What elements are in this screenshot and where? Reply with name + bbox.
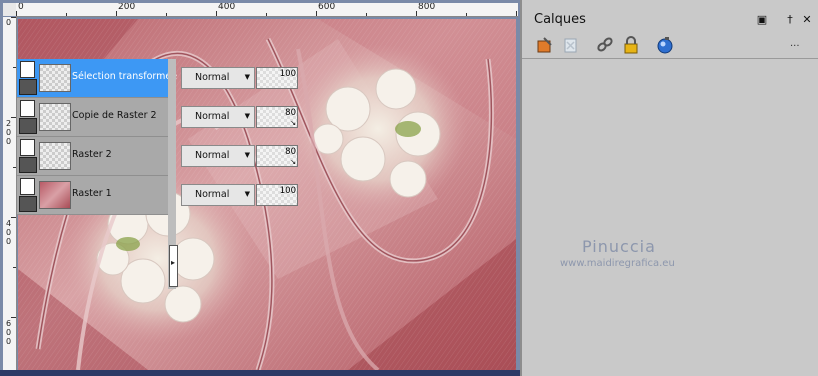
ruler-label: 0 bbox=[5, 337, 12, 346]
layer-row[interactable]: Sélection transformée bbox=[17, 59, 177, 98]
ruler-vertical: 0 2 0 0 4 0 0 6 0 0 bbox=[3, 17, 17, 370]
link-icon[interactable] bbox=[596, 36, 614, 54]
pin-icon[interactable]: † bbox=[784, 14, 796, 26]
chevron-right-icon: ▸ bbox=[171, 258, 176, 267]
layer-properties-row: Normal ▼ 80 ↘ bbox=[181, 106, 298, 128]
visibility-eye-icon[interactable] bbox=[19, 118, 37, 134]
ruler-label: 4 bbox=[5, 219, 12, 228]
mask-icon[interactable] bbox=[656, 36, 674, 54]
opacity-field[interactable]: 80 ↘ bbox=[256, 106, 298, 128]
opacity-field[interactable]: 80 ↘ bbox=[256, 145, 298, 167]
blend-mode-select[interactable]: Normal ▼ bbox=[181, 67, 255, 89]
layer-row[interactable]: Copie de Raster 2 bbox=[17, 98, 168, 137]
ruler-label: 800 bbox=[418, 3, 436, 12]
delete-layer-icon[interactable] bbox=[562, 36, 580, 54]
ruler-label: 0 bbox=[5, 128, 12, 137]
dropdown-arrow-icon: ▼ bbox=[244, 73, 250, 81]
ruler-label: 0 bbox=[5, 137, 12, 146]
dropdown-arrow-icon: ▼ bbox=[244, 112, 250, 120]
resize-grip-icon: ↘ bbox=[290, 119, 296, 127]
resize-grip-icon: ↘ bbox=[290, 158, 296, 166]
new-layer-icon[interactable] bbox=[536, 36, 554, 54]
layer-row[interactable]: Raster 1 bbox=[17, 176, 168, 215]
dock-icon[interactable]: ▣ bbox=[756, 14, 768, 26]
ruler-horizontal: 0 200 400 600 800 bbox=[16, 3, 518, 17]
layer-list: Sélection transformée Copie de Raster 2 … bbox=[17, 59, 177, 215]
layer-thumbnail bbox=[39, 142, 71, 170]
watermark-url: www.maidiregrafica.eu bbox=[560, 258, 675, 269]
layer-name: Raster 1 bbox=[72, 188, 112, 199]
watermark-name: Pinuccia bbox=[582, 237, 656, 256]
layer-properties-row: Normal ▼ 100 bbox=[181, 67, 298, 89]
layer-thumbnail bbox=[39, 103, 71, 131]
layers-panel: Calques ▣ † ✕ ... bbox=[520, 0, 818, 376]
layer-group-icon[interactable] bbox=[20, 61, 35, 78]
ruler-label: 600 bbox=[318, 3, 336, 12]
lock-icon[interactable] bbox=[622, 36, 640, 54]
opacity-field[interactable]: 100 bbox=[256, 67, 298, 89]
ruler-corner bbox=[3, 3, 16, 16]
layer-group-icon[interactable] bbox=[20, 100, 35, 117]
panel-title: Calques bbox=[534, 12, 586, 27]
ruler-label: 200 bbox=[118, 3, 136, 12]
blend-mode-select[interactable]: Normal ▼ bbox=[181, 145, 255, 167]
layer-thumbnail bbox=[39, 64, 71, 92]
visibility-eye-icon[interactable] bbox=[19, 157, 37, 173]
ruler-label: 400 bbox=[218, 3, 236, 12]
layer-name: Raster 2 bbox=[72, 149, 112, 160]
ruler-label: 0 bbox=[5, 18, 12, 27]
layer-name: Copie de Raster 2 bbox=[72, 110, 157, 121]
ruler-label: 0 bbox=[5, 328, 12, 337]
ruler-label: 0 bbox=[5, 228, 12, 237]
opacity-field[interactable]: 100 bbox=[256, 184, 298, 206]
ruler-label: 6 bbox=[5, 319, 12, 328]
dropdown-arrow-icon: ▼ bbox=[244, 190, 250, 198]
layer-row[interactable]: Raster 2 bbox=[17, 137, 168, 176]
ruler-label: 0 bbox=[5, 237, 12, 246]
blend-mode-select[interactable]: Normal ▼ bbox=[181, 184, 255, 206]
blend-mode-select[interactable]: Normal ▼ bbox=[181, 106, 255, 128]
layer-properties-row: Normal ▼ 80 ↘ bbox=[181, 145, 298, 167]
layer-thumbnail bbox=[39, 181, 71, 209]
visibility-eye-icon[interactable] bbox=[19, 196, 37, 212]
ruler-label: 2 bbox=[5, 119, 12, 128]
layer-properties-row: Normal ▼ 100 bbox=[181, 184, 298, 206]
window-bottom-edge bbox=[0, 370, 520, 376]
layer-group-icon[interactable] bbox=[20, 178, 35, 195]
divider bbox=[522, 58, 818, 59]
layer-name: Sélection transformée bbox=[72, 71, 178, 82]
ruler-label: 0 bbox=[18, 3, 24, 12]
close-icon[interactable]: ✕ bbox=[801, 14, 813, 26]
more-options[interactable]: ... bbox=[790, 38, 800, 49]
dropdown-arrow-icon: ▼ bbox=[244, 151, 250, 159]
visibility-eye-icon[interactable] bbox=[19, 79, 37, 95]
layer-group-icon[interactable] bbox=[20, 139, 35, 156]
layers-toolbar bbox=[536, 36, 816, 56]
